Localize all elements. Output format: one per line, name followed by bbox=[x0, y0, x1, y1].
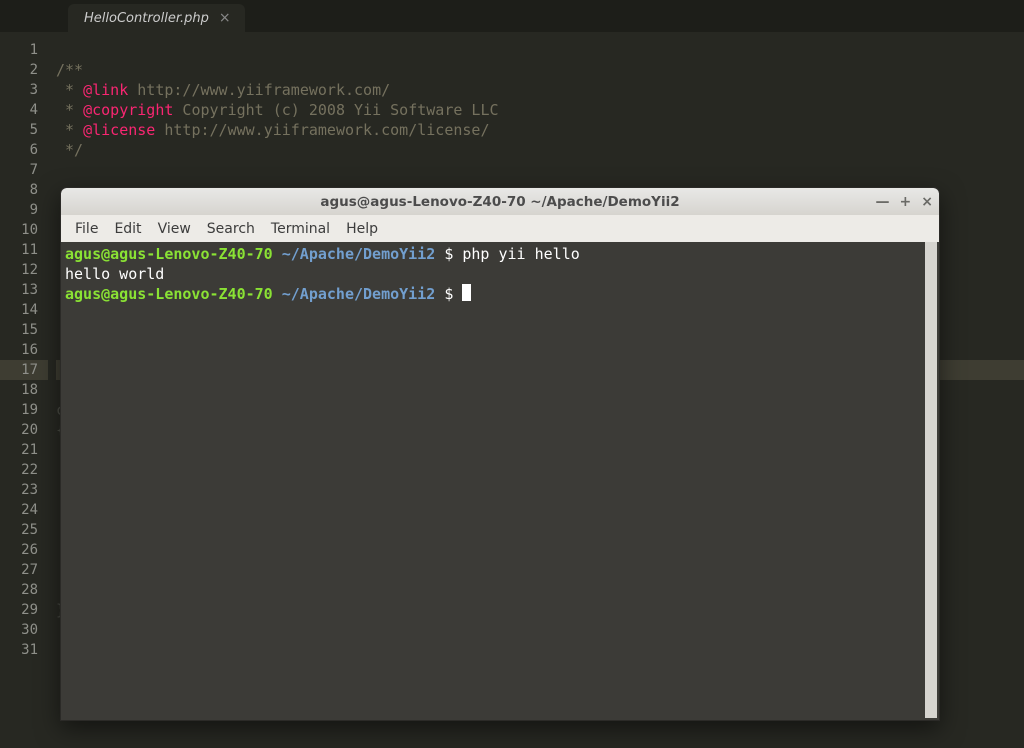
line-gutter: 1234567891011121314151617181920212223242… bbox=[0, 32, 48, 748]
menu-search[interactable]: Search bbox=[201, 219, 261, 239]
cursor-icon bbox=[462, 284, 471, 301]
tab-filename: HelloController.php bbox=[84, 11, 209, 26]
terminal-line: agus@agus-Lenovo-Z40-70 ~/Apache/DemoYii… bbox=[65, 284, 935, 304]
tab-hellocontroller[interactable]: HelloController.php × bbox=[68, 4, 245, 32]
menu-edit[interactable]: Edit bbox=[108, 219, 147, 239]
scrollbar[interactable] bbox=[925, 242, 937, 718]
close-icon[interactable]: × bbox=[921, 194, 933, 210]
terminal-titlebar[interactable]: agus@agus-Lenovo-Z40-70 ~/Apache/DemoYii… bbox=[61, 188, 939, 215]
terminal-line: hello world bbox=[65, 264, 935, 284]
tab-bar: HelloController.php × bbox=[0, 0, 1024, 32]
terminal-body[interactable]: agus@agus-Lenovo-Z40-70 ~/Apache/DemoYii… bbox=[61, 242, 939, 720]
minimize-icon[interactable]: — bbox=[876, 194, 890, 210]
close-icon[interactable]: × bbox=[219, 10, 231, 26]
terminal-line: agus@agus-Lenovo-Z40-70 ~/Apache/DemoYii… bbox=[65, 244, 935, 264]
menu-help[interactable]: Help bbox=[340, 219, 384, 239]
terminal-title: agus@agus-Lenovo-Z40-70 ~/Apache/DemoYii… bbox=[320, 194, 679, 210]
maximize-icon[interactable]: + bbox=[900, 194, 912, 210]
terminal-window: agus@agus-Lenovo-Z40-70 ~/Apache/DemoYii… bbox=[60, 187, 940, 721]
window-controls: — + × bbox=[876, 188, 933, 215]
menu-file[interactable]: File bbox=[69, 219, 104, 239]
terminal-menubar: FileEditViewSearchTerminalHelp bbox=[61, 215, 939, 242]
menu-view[interactable]: View bbox=[152, 219, 197, 239]
menu-terminal[interactable]: Terminal bbox=[265, 219, 336, 239]
